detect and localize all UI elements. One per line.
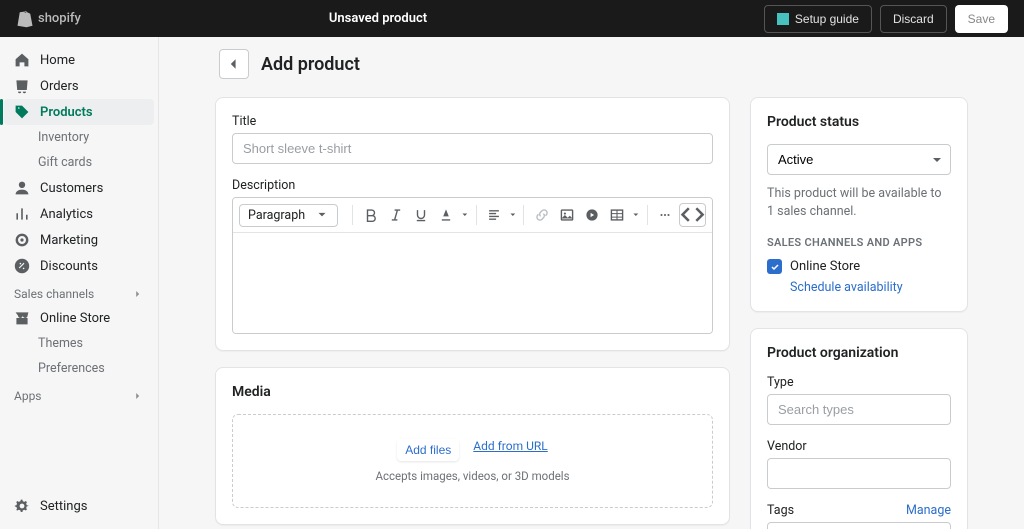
align-button[interactable] (482, 203, 505, 227)
title-label: Title (232, 114, 713, 129)
chevron-right-icon (132, 288, 144, 300)
setup-guide-button[interactable]: Setup guide (764, 5, 872, 33)
table-button[interactable] (606, 203, 629, 227)
marketing-icon (14, 232, 30, 248)
online-store-label: Online Store (790, 259, 860, 274)
type-label: Type (767, 375, 951, 390)
add-files-button[interactable]: Add files (397, 439, 459, 461)
context-title: Unsaved product (329, 11, 427, 26)
bold-button[interactable] (359, 203, 382, 227)
chevron-down-icon (315, 208, 329, 222)
sidebar-item-analytics[interactable]: Analytics (0, 201, 158, 227)
paragraph-select[interactable]: Paragraph (239, 204, 338, 227)
tags-label: Tags (767, 503, 794, 518)
image-button[interactable] (555, 203, 578, 227)
gear-icon (14, 498, 30, 514)
status-help: This product will be available to 1 sale… (767, 185, 951, 220)
sidebar-item-products[interactable]: Products (4, 99, 154, 125)
video-button[interactable] (581, 203, 604, 227)
sidebar-item-discounts[interactable]: Discounts (0, 253, 158, 279)
chevron-down-icon (460, 210, 470, 220)
channels-heading: SALES CHANNELS AND APPS (767, 236, 951, 249)
sidebar-item-giftcards[interactable]: Gift cards (0, 150, 158, 175)
rich-text-editor: Paragraph (232, 197, 713, 334)
sidebar-section-sales-channels[interactable]: Sales channels (0, 279, 158, 305)
manage-tags-link[interactable]: Manage (906, 503, 951, 518)
sidebar-item-home[interactable]: Home (0, 47, 158, 73)
sidebar-item-settings[interactable]: Settings (0, 493, 158, 519)
status-select[interactable] (767, 144, 951, 175)
check-icon (770, 262, 780, 272)
link-button[interactable] (530, 203, 553, 227)
title-description-card: Title Description Paragraph (215, 97, 730, 351)
media-dropzone[interactable]: Add files Add from URL Accepts images, v… (232, 414, 713, 508)
vendor-label: Vendor (767, 439, 951, 454)
chevron-down-icon (631, 210, 641, 220)
arrow-left-icon (226, 56, 242, 72)
orders-icon (14, 78, 30, 94)
save-button[interactable]: Save (955, 5, 1008, 33)
online-store-checkbox[interactable] (767, 259, 782, 274)
tags-input[interactable] (767, 522, 951, 529)
sidebar-section-apps[interactable]: Apps (0, 381, 158, 407)
page-title: Add product (261, 54, 360, 75)
media-hint: Accepts images, videos, or 3D models (257, 469, 688, 483)
code-view-button[interactable] (679, 203, 706, 227)
store-icon (14, 310, 30, 326)
sidebar-item-orders[interactable]: Orders (0, 73, 158, 99)
back-button[interactable] (219, 49, 249, 79)
sidebar-item-preferences[interactable]: Preferences (0, 356, 158, 381)
sidebar-item-customers[interactable]: Customers (0, 175, 158, 201)
chevron-down-icon (508, 210, 518, 220)
underline-button[interactable] (409, 203, 432, 227)
text-color-button[interactable] (435, 203, 458, 227)
sidebar-item-marketing[interactable]: Marketing (0, 227, 158, 253)
description-editor[interactable] (233, 233, 712, 333)
discounts-icon (14, 258, 30, 274)
italic-button[interactable] (384, 203, 407, 227)
sidebar-item-inventory[interactable]: Inventory (0, 125, 158, 150)
media-card: Media Add files Add from URL Accepts ima… (215, 367, 730, 525)
description-label: Description (232, 178, 713, 193)
add-from-url-link[interactable]: Add from URL (473, 439, 547, 461)
products-icon (14, 104, 30, 120)
customers-icon (14, 180, 30, 196)
media-heading: Media (232, 384, 713, 400)
flag-icon (777, 13, 789, 25)
org-heading: Product organization (767, 345, 951, 361)
type-input[interactable] (767, 394, 951, 425)
title-input[interactable] (232, 133, 713, 164)
schedule-link[interactable]: Schedule availability (790, 280, 903, 295)
analytics-icon (14, 206, 30, 222)
product-status-card: Product status This product will be avai… (750, 97, 968, 312)
product-organization-card: Product organization Type Vendor Tags Ma… (750, 328, 968, 529)
more-button[interactable] (654, 203, 677, 227)
vendor-input[interactable] (767, 458, 951, 489)
sidebar-item-online-store[interactable]: Online Store (0, 305, 158, 331)
chevron-right-icon (132, 390, 144, 402)
home-icon (14, 52, 30, 68)
discard-button[interactable]: Discard (880, 5, 947, 33)
shopify-logo: shopify (16, 10, 81, 28)
sidebar-item-themes[interactable]: Themes (0, 331, 158, 356)
status-heading: Product status (767, 114, 951, 130)
